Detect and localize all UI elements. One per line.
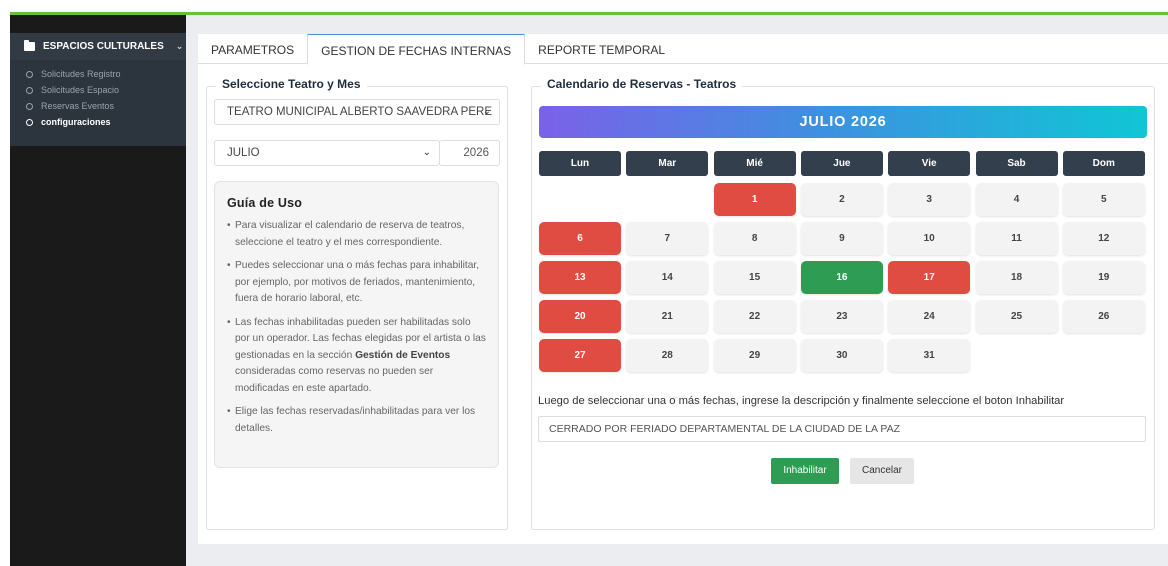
weekday-header: Dom [1062, 151, 1145, 176]
calendar-day[interactable]: 15 [713, 261, 796, 294]
calendar-day[interactable]: 2 [800, 183, 883, 216]
guide-item: Para visualizar el calendario de reserva… [227, 218, 486, 251]
calendar-day[interactable]: 3 [888, 183, 971, 216]
sidebar: ESPACIOS CULTURALES ⌄ Solicitudes Regist… [10, 15, 186, 566]
guide-item: Las fechas inhabilitadas pueden ser habi… [227, 315, 486, 398]
chevron-down-icon: ⌄ [422, 147, 431, 158]
sidebar-item-solicitudes-registro[interactable]: Solicitudes Registro [10, 66, 186, 82]
calendar-day[interactable]: 22 [713, 300, 796, 333]
calendar-day[interactable]: 4 [975, 183, 1058, 216]
weekday-header: Jue [800, 151, 883, 176]
folder-icon [24, 40, 35, 51]
theatre-select[interactable]: TEATRO MUNICIPAL ALBERTO SAAVEDRA PERE ⌄ [214, 99, 500, 125]
calendar-day[interactable]: 12 [1062, 222, 1145, 255]
chevron-down-icon: ⌄ [175, 41, 184, 51]
calendar-day[interactable]: 30 [800, 339, 883, 372]
calendar-day[interactable]: 9 [800, 222, 883, 255]
sidebar-item-reservas-eventos[interactable]: Reservas Eventos [10, 98, 186, 114]
calendar-day[interactable]: 28 [626, 339, 709, 372]
usage-guide: Guía de Uso Para visualizar el calendari… [214, 181, 499, 468]
guide-item: Elige las fechas reservadas/inhabilitada… [227, 404, 486, 437]
weekday-header: Sab [975, 151, 1058, 176]
calendar-day[interactable]: 24 [888, 300, 971, 333]
calendar-day[interactable]: 19 [1062, 261, 1145, 294]
calendar-day[interactable]: 20 [539, 300, 621, 333]
calendar-day[interactable]: 17 [888, 261, 971, 294]
calendar-day[interactable]: 6 [539, 222, 621, 255]
calendar-day[interactable]: 8 [713, 222, 796, 255]
tab-reporte-temporal[interactable]: REPORTE TEMPORAL [525, 34, 678, 65]
circle-icon [26, 70, 33, 78]
weekday-header: Mié [713, 151, 796, 176]
weekday-header: Lun [539, 151, 621, 176]
chevron-down-icon: ⌄ [482, 106, 491, 117]
calendar-day[interactable]: 10 [888, 222, 971, 255]
sidebar-item-configuraciones[interactable]: configuraciones [10, 114, 186, 130]
sidebar-item-solicitudes-espacio[interactable]: Solicitudes Espacio [10, 82, 186, 98]
cancel-button[interactable]: Cancelar [850, 458, 914, 484]
calendar-day[interactable]: 31 [888, 339, 971, 372]
tab-parametros[interactable]: PARAMETROS [198, 34, 307, 65]
calendar-day[interactable]: 18 [975, 261, 1058, 294]
year-input[interactable]: 2026 [439, 140, 500, 166]
inhabilitar-button[interactable]: Inhabilitar [771, 458, 839, 484]
calendar-day[interactable]: 11 [975, 222, 1058, 255]
sidebar-item-label: configuraciones [41, 117, 111, 127]
select-theatre-legend: Seleccione Teatro y Mes [216, 77, 367, 91]
calendar-day[interactable]: 13 [539, 261, 621, 294]
month-select-value: JULIO [227, 147, 260, 159]
sidebar-submenu: Solicitudes Registro Solicitudes Espacio… [10, 60, 186, 146]
sidebar-item-label: Solicitudes Registro [41, 69, 121, 79]
instruction-text: Luego de seleccionar una o más fechas, i… [538, 395, 1065, 407]
calendar-legend: Calendario de Reservas - Teatros [541, 77, 743, 91]
weekday-header: Vie [888, 151, 971, 176]
calendar-month-title: JULIO 2026 [539, 106, 1147, 138]
description-input[interactable]: CERRADO POR FERIADO DEPARTAMENTAL DE LA … [538, 416, 1146, 442]
calendar-day[interactable]: 26 [1062, 300, 1145, 333]
sidebar-item-label: Reservas Eventos [41, 101, 115, 111]
calendar-day[interactable]: 29 [713, 339, 796, 372]
circle-icon [26, 86, 33, 94]
circle-icon [26, 102, 33, 110]
usage-guide-title: Guía de Uso [227, 196, 303, 210]
calendar-day[interactable]: 27 [539, 339, 621, 372]
circle-icon [26, 118, 33, 126]
guide-item-bold: Gestión de Eventos [355, 349, 451, 361]
theatre-select-value: TEATRO MUNICIPAL ALBERTO SAAVEDRA PERE [227, 106, 492, 118]
calendar-day[interactable]: 25 [975, 300, 1058, 333]
calendar-day[interactable]: 5 [1062, 183, 1145, 216]
sidebar-section-espacios-culturales[interactable]: ESPACIOS CULTURALES ⌄ [10, 33, 186, 60]
month-select[interactable]: JULIO ⌄ [214, 140, 440, 166]
calendar-day[interactable]: 7 [626, 222, 709, 255]
calendar-day[interactable]: 16 [800, 261, 883, 294]
calendar-day[interactable]: 1 [713, 183, 796, 216]
tab-gestion-de-fechas-internas[interactable]: GESTION DE FECHAS INTERNAS [307, 34, 526, 65]
tab-bar: PARAMETROS GESTION DE FECHAS INTERNAS RE… [198, 34, 1168, 65]
calendar-day[interactable]: 21 [626, 300, 709, 333]
calendar-day[interactable]: 14 [626, 261, 709, 294]
guide-item-tail: consideradas como reservas no pueden ser… [235, 366, 434, 394]
sidebar-section-title: ESPACIOS CULTURALES [43, 41, 164, 52]
sidebar-item-label: Solicitudes Espacio [41, 85, 120, 95]
guide-item: Puedes seleccionar una o más fechas para… [227, 258, 486, 308]
calendar-day[interactable]: 23 [800, 300, 883, 333]
weekday-header: Mar [626, 151, 709, 176]
